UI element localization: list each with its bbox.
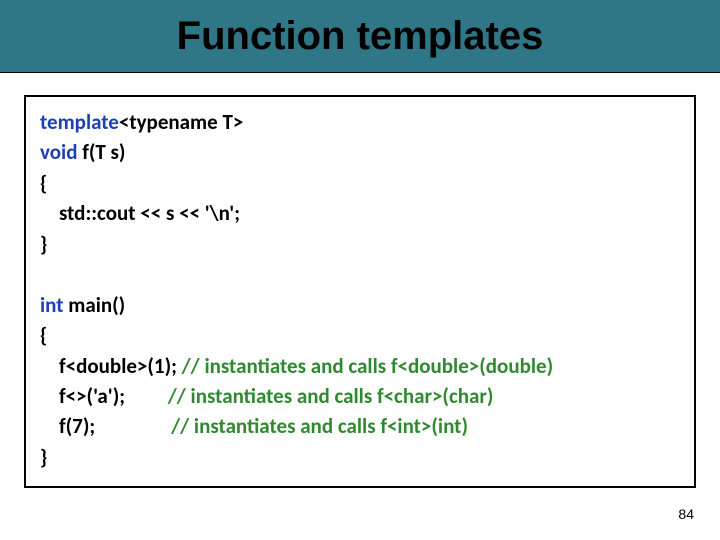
code-line: f<double>(1); // instantiates and calls … [40,351,680,381]
code-text: f(7); [40,413,171,439]
comment: // instantiates and calls f<double>(doub… [182,353,554,379]
page-number: 84 [678,506,694,522]
code-text: main() [64,292,126,318]
code-line: { [40,320,680,350]
keyword: template [40,109,119,135]
code-box: template<typename T> void f(T s) { std::… [24,95,696,488]
comment: // instantiates and calls f<int>(int) [171,413,468,439]
code-line: std::cout << s << '\n'; [40,198,680,228]
code-line: f<>('a'); // instantiates and calls f<ch… [40,381,680,411]
slide-title: Function templates [177,14,544,59]
code-line: } [40,442,680,472]
code-line: template<typename T> [40,107,680,137]
code-line: f(7); // instantiates and calls f<int>(i… [40,411,680,441]
code-text: f(T s) [77,139,125,165]
keyword: int [40,292,64,318]
code-text: f<double>(1); [40,353,182,379]
slide: Function templates template<typename T> … [0,0,720,540]
title-bar: Function templates [0,0,720,73]
code-line: { [40,168,680,198]
code-line: } [40,229,680,259]
code-text: <typename T> [119,109,243,135]
code-text: f<>('a'); [40,383,168,409]
code-line: int main() [40,290,680,320]
code-blank [40,259,680,289]
code-line: void f(T s) [40,137,680,167]
keyword: void [40,139,77,165]
comment: // instantiates and calls f<char>(char) [168,383,494,409]
